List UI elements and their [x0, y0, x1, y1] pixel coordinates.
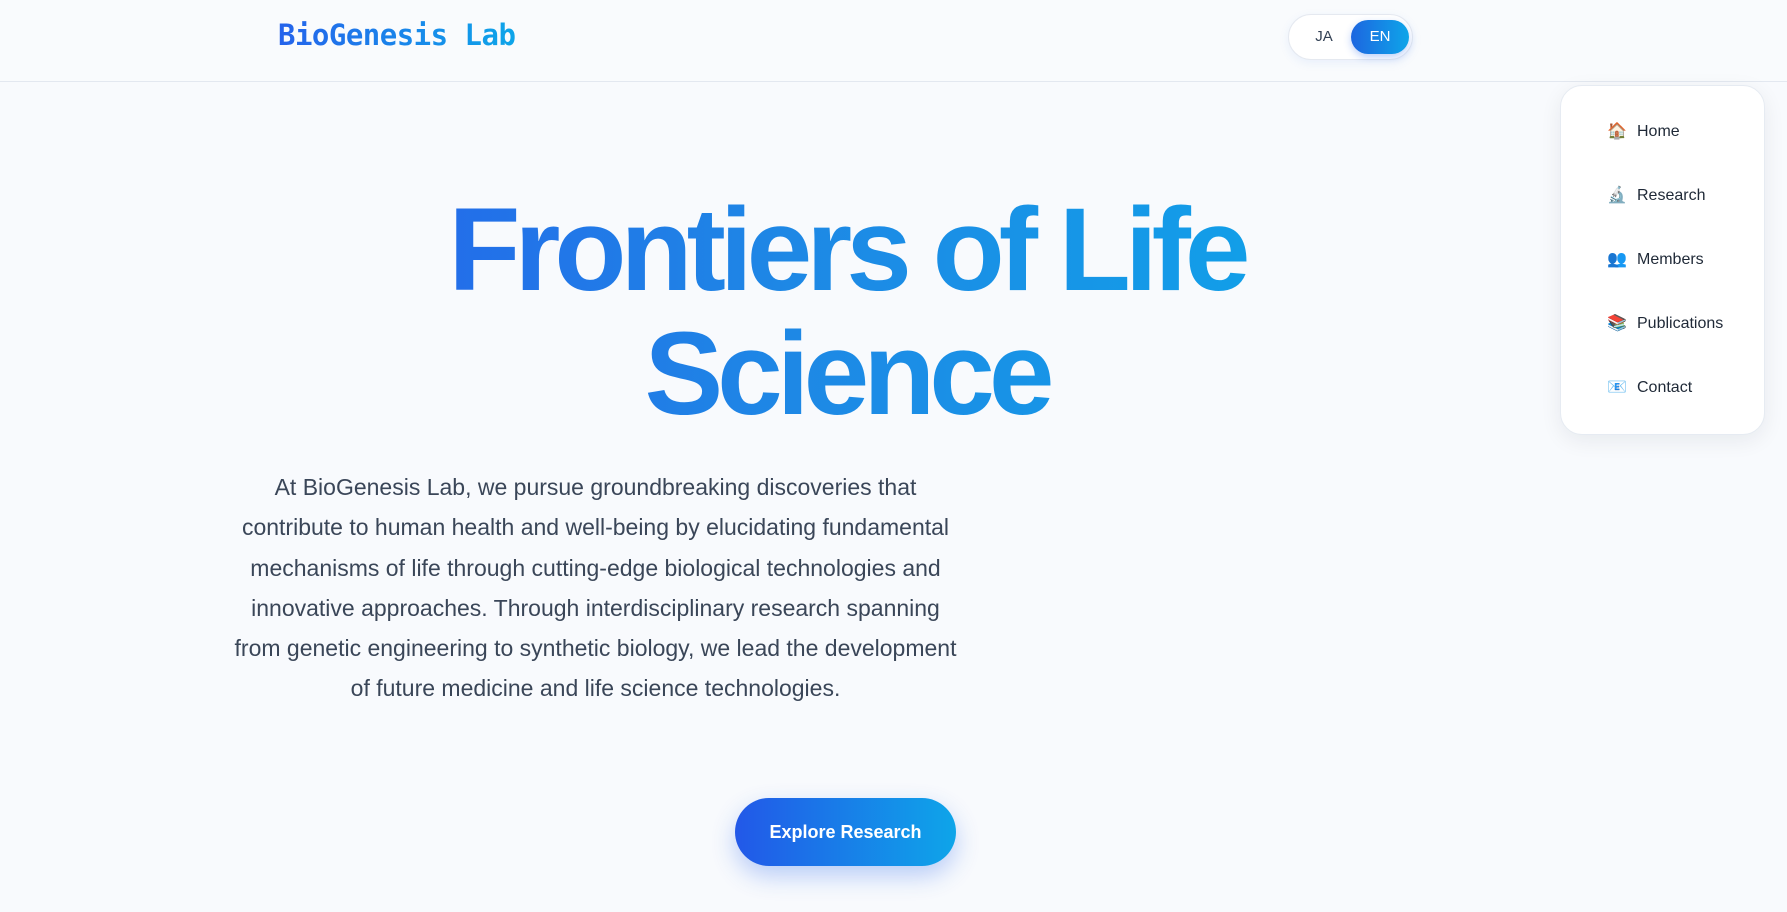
hero-title-line-2: Science: [644, 308, 1049, 440]
nav-item-members[interactable]: 👥 Members: [1605, 245, 1704, 275]
lang-ja-button[interactable]: JA: [1298, 20, 1350, 54]
nav-item-label: Members: [1637, 251, 1704, 268]
nav-item-label: Publications: [1637, 315, 1724, 332]
hero-title-line-1: Frontiers of Life: [448, 184, 1245, 316]
house-icon: 🏠: [1607, 123, 1627, 140]
books-icon: 📚: [1607, 315, 1627, 332]
hero-title: Frontiers of Life Science: [300, 188, 1393, 436]
lang-en-button[interactable]: EN: [1351, 20, 1409, 54]
microscope-icon: 🔬: [1607, 187, 1627, 204]
site-logo[interactable]: BioGenesis Lab: [278, 18, 516, 52]
nav-item-contact[interactable]: 📧 Contact: [1605, 373, 1692, 403]
nav-item-label: Research: [1637, 187, 1706, 204]
nav-item-home[interactable]: 🏠 Home: [1605, 117, 1680, 147]
language-switcher: JA EN: [1288, 14, 1413, 60]
email-icon: 📧: [1607, 379, 1627, 396]
nav-item-research[interactable]: 🔬 Research: [1605, 181, 1705, 211]
nav-item-publications[interactable]: 📚 Publications: [1605, 309, 1723, 339]
side-navigation: 🏠 Home 🔬 Research 👥 Members 📚 Publicatio…: [1560, 85, 1765, 435]
site-header: BioGenesis Lab JA EN: [0, 0, 1787, 82]
nav-item-label: Contact: [1637, 379, 1693, 396]
people-icon: 👥: [1607, 251, 1627, 268]
nav-item-label: Home: [1637, 123, 1680, 140]
hero-description: At BioGenesis Lab, we pursue groundbreak…: [234, 474, 957, 702]
explore-research-button[interactable]: Explore Research: [735, 798, 956, 866]
